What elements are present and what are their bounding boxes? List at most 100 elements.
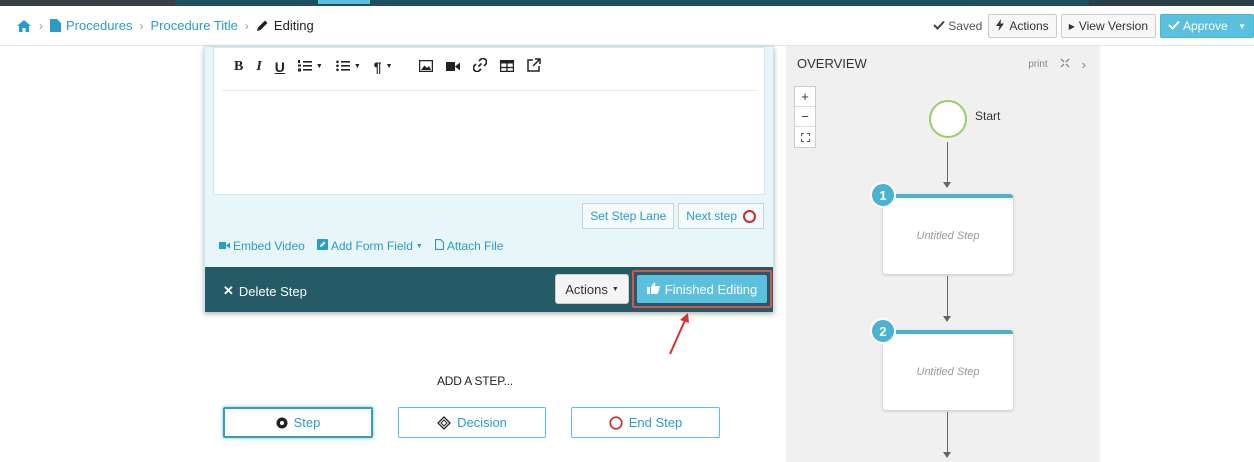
caret-down-icon[interactable]: ▼ — [354, 63, 361, 70]
video-icon[interactable] — [445, 59, 460, 75]
next-step-button[interactable]: Next step — [678, 203, 764, 229]
add-step-label: Step — [293, 415, 321, 430]
diamond-icon — [437, 415, 451, 430]
breadcrumb-separator: › — [244, 18, 249, 33]
add-end-step-button[interactable]: End Step — [571, 407, 720, 438]
check-icon — [1168, 19, 1180, 33]
step-actions-label: Actions — [565, 281, 608, 297]
table-icon[interactable] — [499, 59, 514, 75]
caret-down-icon[interactable]: ▼ — [386, 63, 393, 70]
step-editor: B I U ▼ ▼ ¶ ▼ Set Step Lane Next step Em… — [204, 46, 774, 312]
embed-video-label: Embed Video — [233, 239, 305, 253]
approve-button[interactable]: Approve ▼ — [1160, 14, 1254, 38]
fit-screen-button[interactable] — [795, 127, 815, 147]
home-icon[interactable] — [16, 19, 32, 33]
caret-down-icon[interactable]: ▼ — [316, 63, 323, 70]
flow-step-label: Untitled Step — [916, 366, 980, 378]
add-decision-label: Decision — [457, 415, 507, 430]
attach-file-label: Attach File — [446, 239, 504, 253]
delete-step-label: Delete Step — [238, 283, 307, 299]
approve-label: Approve — [1183, 19, 1228, 33]
editor-footer: ✕ Delete Step Actions ▼ Finished Editing — [205, 267, 773, 312]
view-version-label: View Version — [1078, 19, 1148, 33]
play-icon: ▶ — [1068, 21, 1075, 31]
paragraph-icon[interactable]: ¶ — [374, 59, 382, 75]
video-icon — [219, 239, 230, 253]
caret-down-icon: ▼ — [611, 285, 619, 293]
bold-icon[interactable]: B — [234, 59, 243, 75]
top-strip-active-tab — [318, 0, 370, 4]
link-icon[interactable] — [472, 57, 487, 75]
image-icon[interactable] — [418, 59, 433, 75]
step-options: Set Step Lane Next step — [578, 203, 764, 229]
attach-file-link[interactable]: Attach File — [434, 238, 504, 253]
add-decision-button[interactable]: Decision — [398, 407, 546, 438]
step-actions-button[interactable]: Actions ▼ — [555, 274, 629, 304]
caret-down-icon: ▼ — [415, 242, 423, 250]
view-version-button[interactable]: ▶ View Version — [1060, 14, 1156, 38]
saved-status: Saved — [933, 19, 982, 33]
connector-arrowhead — [943, 452, 951, 458]
bolt-icon — [996, 18, 1005, 34]
breadcrumb-procedures[interactable]: Procedures — [66, 18, 132, 33]
highlight-box: Finished Editing — [632, 270, 772, 308]
breadcrumb-separator: › — [139, 18, 144, 33]
header-actions-label: Actions — [1009, 19, 1049, 33]
step-number-badge: 2 — [870, 318, 896, 344]
rich-text-editor[interactable]: B I U ▼ ▼ ¶ ▼ — [213, 47, 765, 195]
top-bar: › Procedures › Procedure Title › Editing… — [0, 6, 1254, 46]
file-icon — [434, 238, 444, 253]
start-node[interactable] — [929, 100, 967, 138]
pencil-icon — [256, 19, 269, 32]
overview-controls: print › — [1016, 57, 1086, 72]
saved-label: Saved — [948, 19, 983, 33]
zoom-in-button[interactable]: + — [795, 87, 815, 107]
flow-step-node[interactable]: Untitled Step — [883, 194, 1013, 274]
header-actions-button[interactable]: Actions — [988, 14, 1057, 38]
breadcrumb-procedure-title[interactable]: Procedure Title — [150, 18, 237, 33]
add-form-field-label: Add Form Field — [330, 239, 413, 253]
add-step-heading: ADD A STEP... — [437, 374, 513, 388]
overview-title: OVERVIEW — [797, 56, 867, 71]
underline-icon[interactable]: U — [275, 59, 285, 75]
breadcrumb-current: Editing — [273, 18, 314, 33]
annotation-arrow-icon — [669, 313, 689, 355]
italic-icon[interactable]: I — [256, 59, 261, 75]
print-link[interactable]: print — [1028, 59, 1047, 70]
next-step-label: Next step — [686, 209, 737, 223]
add-step-button[interactable]: Step — [223, 407, 373, 438]
zoom-controls: + − — [794, 86, 816, 148]
bullet-list-icon[interactable] — [336, 59, 350, 75]
delete-step-button[interactable]: ✕ Delete Step — [223, 283, 307, 299]
set-step-lane-button[interactable]: Set Step Lane — [582, 203, 675, 229]
dot-circle-icon — [276, 417, 288, 429]
connector-line — [947, 276, 948, 316]
thumbs-up-icon — [646, 282, 660, 297]
zoom-out-button[interactable]: − — [795, 107, 815, 127]
check-icon — [933, 19, 946, 33]
close-icon: ✕ — [223, 283, 234, 298]
finished-editing-button[interactable]: Finished Editing — [637, 275, 767, 303]
finished-editing-label: Finished Editing — [664, 281, 758, 297]
connector-arrowhead — [943, 316, 951, 322]
embed-video-link[interactable]: Embed Video — [219, 239, 305, 253]
flow-step-node[interactable]: Untitled Step — [883, 330, 1013, 410]
breadcrumb: › Procedures › Procedure Title › Editing — [16, 18, 314, 33]
external-link-icon[interactable] — [526, 58, 541, 75]
breadcrumb-separator: › — [39, 18, 43, 33]
overview-panel: OVERVIEW print › + − Start Untitled Step… — [786, 46, 1100, 462]
attachment-links: Embed Video Add Form Field ▼ Attach File — [219, 238, 516, 253]
step-number-badge: 1 — [870, 182, 896, 208]
document-icon — [50, 19, 61, 32]
connector-line — [947, 142, 948, 182]
flow-step-label: Untitled Step — [916, 230, 980, 242]
add-end-step-label: End Step — [628, 415, 683, 430]
add-form-field-link[interactable]: Add Form Field ▼ — [316, 239, 423, 253]
chevron-right-icon[interactable]: › — [1082, 57, 1086, 72]
collapse-icon[interactable] — [1060, 58, 1070, 71]
connector-line — [947, 412, 948, 452]
end-circle-icon — [743, 209, 756, 223]
end-circle-icon — [609, 415, 623, 430]
ordered-list-icon[interactable] — [297, 59, 312, 75]
connector-arrowhead — [943, 182, 951, 188]
